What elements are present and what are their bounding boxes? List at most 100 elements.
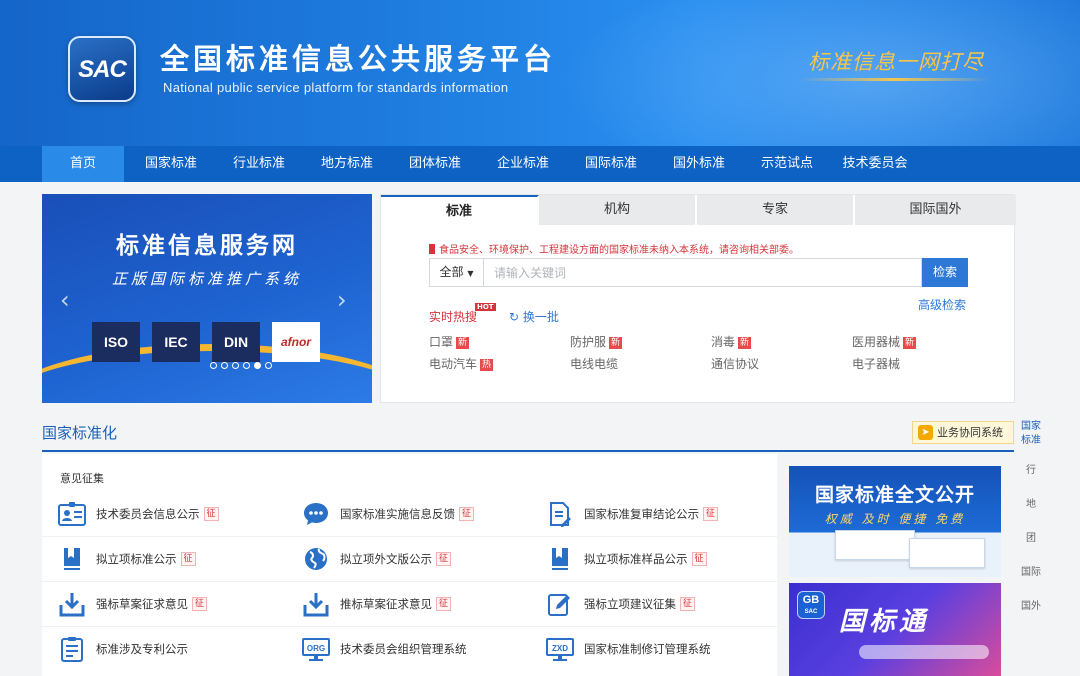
- solicit-badge: 征: [691, 552, 707, 566]
- hot-search-item[interactable]: 电动汽车热: [429, 355, 494, 372]
- hot-search-item[interactable]: 口罩新: [429, 333, 470, 350]
- svg-text:ORG: ORG: [307, 644, 325, 653]
- hot-search-item[interactable]: 电子器械: [852, 355, 900, 372]
- nav-item-0[interactable]: 首页: [42, 146, 124, 182]
- bookmark-book-icon: [58, 545, 86, 573]
- section-divider: [42, 450, 1014, 452]
- row-divider: [42, 581, 777, 582]
- nav-item-9[interactable]: 技术委员会: [834, 146, 916, 182]
- nav-item-7[interactable]: 国外标准: [658, 146, 740, 182]
- nav-item-5[interactable]: 企业标准: [482, 146, 564, 182]
- content-link[interactable]: 国家标准实施信息反馈征: [302, 499, 475, 529]
- solicit-badge: 征: [680, 597, 696, 611]
- full-text-public-ad[interactable]: 国家标准全文公开 权威 及时 便捷 免费: [789, 466, 1001, 577]
- guobiaotong-ad[interactable]: GB SAC 国标通: [789, 583, 1001, 676]
- content-link[interactable]: 技术委员会信息公示征: [58, 499, 219, 529]
- content-link-label: 技术委员会组织管理系统: [340, 642, 467, 656]
- din-logo: DIN: [212, 322, 260, 362]
- content-link[interactable]: ORG 技术委员会组织管理系统: [302, 634, 467, 664]
- watermark: [859, 645, 989, 659]
- banner-next-arrow-icon[interactable]: ›: [337, 286, 347, 314]
- solicit-badge: 征: [436, 552, 452, 566]
- tab-standard[interactable]: 标准: [381, 195, 539, 225]
- content-link-label: 标准涉及专利公示: [96, 642, 188, 656]
- nav-item-3[interactable]: 地方标准: [306, 146, 388, 182]
- tab-expert[interactable]: 专家: [697, 195, 855, 225]
- hot-search-item[interactable]: 通信协议: [711, 355, 759, 372]
- business-collab-button[interactable]: ➤ 业务协同系统: [912, 421, 1014, 444]
- main-nav: 首页 国家标准 行业标准 地方标准 团体标准 企业标准 国际标准 国外标准 示范试点 技术委员会: [0, 146, 1080, 182]
- biz-button-label: 业务协同系统: [937, 426, 1003, 439]
- nav-item-4[interactable]: 团体标准: [394, 146, 476, 182]
- banner-subtitle: 正版国际标准推广系统: [111, 270, 302, 288]
- sac-logo[interactable]: SAC: [68, 36, 136, 102]
- tray-download-icon: [302, 590, 330, 618]
- content-link[interactable]: ZXD 国家标准制修订管理系统: [546, 634, 711, 664]
- banner-dot[interactable]: [265, 362, 272, 369]
- banner-dot[interactable]: [210, 362, 217, 369]
- org-monitor-icon: ORG: [302, 635, 330, 663]
- hot-tag-badge: 新: [456, 337, 470, 349]
- search-scope-select[interactable]: 全部 ▼: [429, 258, 483, 287]
- content-link[interactable]: 推标草案征求意见征: [302, 589, 452, 619]
- hot-search-label: 电线电缆: [570, 357, 619, 371]
- patent-clipboard-icon: [58, 635, 86, 663]
- content-link[interactable]: 拟立项标准样品公示征: [546, 544, 707, 574]
- banner-dot[interactable]: [243, 362, 250, 369]
- gb-logo: GB SAC: [797, 591, 825, 619]
- banner-dot[interactable]: [232, 362, 239, 369]
- ad1-subtitle: 权威 及时 便捷 免费: [824, 512, 966, 526]
- hot-tag-badge: 热: [480, 359, 494, 371]
- content-link[interactable]: 标准涉及专利公示: [58, 634, 188, 664]
- banner-dot[interactable]: [254, 362, 261, 369]
- hot-search-item[interactable]: 防护服新: [570, 333, 623, 350]
- hot-search-label: 电动汽车: [429, 357, 478, 371]
- sidebar-item-national[interactable]: 国家标准: [1016, 420, 1046, 448]
- hot-tag-badge: 新: [609, 337, 623, 349]
- content-link[interactable]: 强标立项建议征集征: [546, 589, 696, 619]
- hot-tag-badge: 新: [903, 337, 917, 349]
- content-link[interactable]: 国家标准复审结论公示征: [546, 499, 719, 529]
- search-input[interactable]: [483, 258, 922, 287]
- hot-search-item[interactable]: 电线电缆: [570, 355, 618, 372]
- solicit-badge: 征: [180, 552, 196, 566]
- sidebar-item-group[interactable]: 团: [1016, 532, 1046, 546]
- slogan-underline: [800, 78, 990, 81]
- content-link[interactable]: 拟立项外文版公示征: [302, 544, 452, 574]
- content-link-label: 拟立项标准公示: [96, 552, 177, 566]
- iso-logo: ISO: [92, 322, 140, 362]
- ad2-title: 国标通: [839, 607, 930, 637]
- nav-item-1[interactable]: 国家标准: [130, 146, 212, 182]
- chat-bubble-icon: [302, 500, 330, 528]
- tab-organization[interactable]: 机构: [539, 195, 697, 225]
- banner-dot[interactable]: [221, 362, 228, 369]
- hot-search-label: 电子器械: [852, 357, 901, 371]
- nav-item-6[interactable]: 国际标准: [570, 146, 652, 182]
- tab-international[interactable]: 国际国外: [855, 195, 1016, 225]
- banner-prev-arrow-icon[interactable]: ‹: [60, 286, 70, 314]
- tray-download-icon: [58, 590, 86, 618]
- hot-tag-badge: 新: [738, 337, 752, 349]
- standardization-panel: 意见征集 技术委员会信息公示征国家标准实施信息反馈征国家标准复审结论公示征拟立项…: [42, 454, 777, 676]
- sidebar-label: 国家标准: [1021, 421, 1041, 446]
- hot-search-item[interactable]: 医用器械新: [852, 333, 917, 350]
- pencil-edit-icon: [546, 590, 574, 618]
- nav-item-2[interactable]: 行业标准: [218, 146, 300, 182]
- sidebar-item-foreign[interactable]: 国外: [1016, 600, 1046, 614]
- content-link[interactable]: 拟立项标准公示征: [58, 544, 196, 574]
- ad1-title: 国家标准全文公开: [814, 484, 975, 506]
- sidebar-item-industry[interactable]: 行: [1016, 464, 1046, 478]
- advanced-search-link[interactable]: 高级检索: [918, 296, 966, 313]
- sidebar-item-international[interactable]: 国际: [1016, 566, 1046, 580]
- refresh-button[interactable]: ↻ 换一批: [509, 308, 559, 325]
- sidebar-item-local[interactable]: 地: [1016, 498, 1046, 512]
- scope-label: 全部: [439, 265, 464, 279]
- hot-search-item[interactable]: 消毒新: [711, 333, 752, 350]
- nav-item-8[interactable]: 示范试点: [746, 146, 828, 182]
- zxd-monitor-icon: ZXD: [546, 635, 574, 663]
- hot-search-label: 医用器械: [852, 335, 901, 349]
- site-header: SAC 全国标准信息公共服务平台 National public service…: [0, 0, 1080, 146]
- content-link[interactable]: 强标草案征求意见征: [58, 589, 208, 619]
- promo-banner[interactable]: 标准信息服务网 正版国际标准推广系统 ISO IEC DIN afnor ‹ ›: [42, 194, 372, 403]
- search-button[interactable]: 检索: [922, 258, 968, 287]
